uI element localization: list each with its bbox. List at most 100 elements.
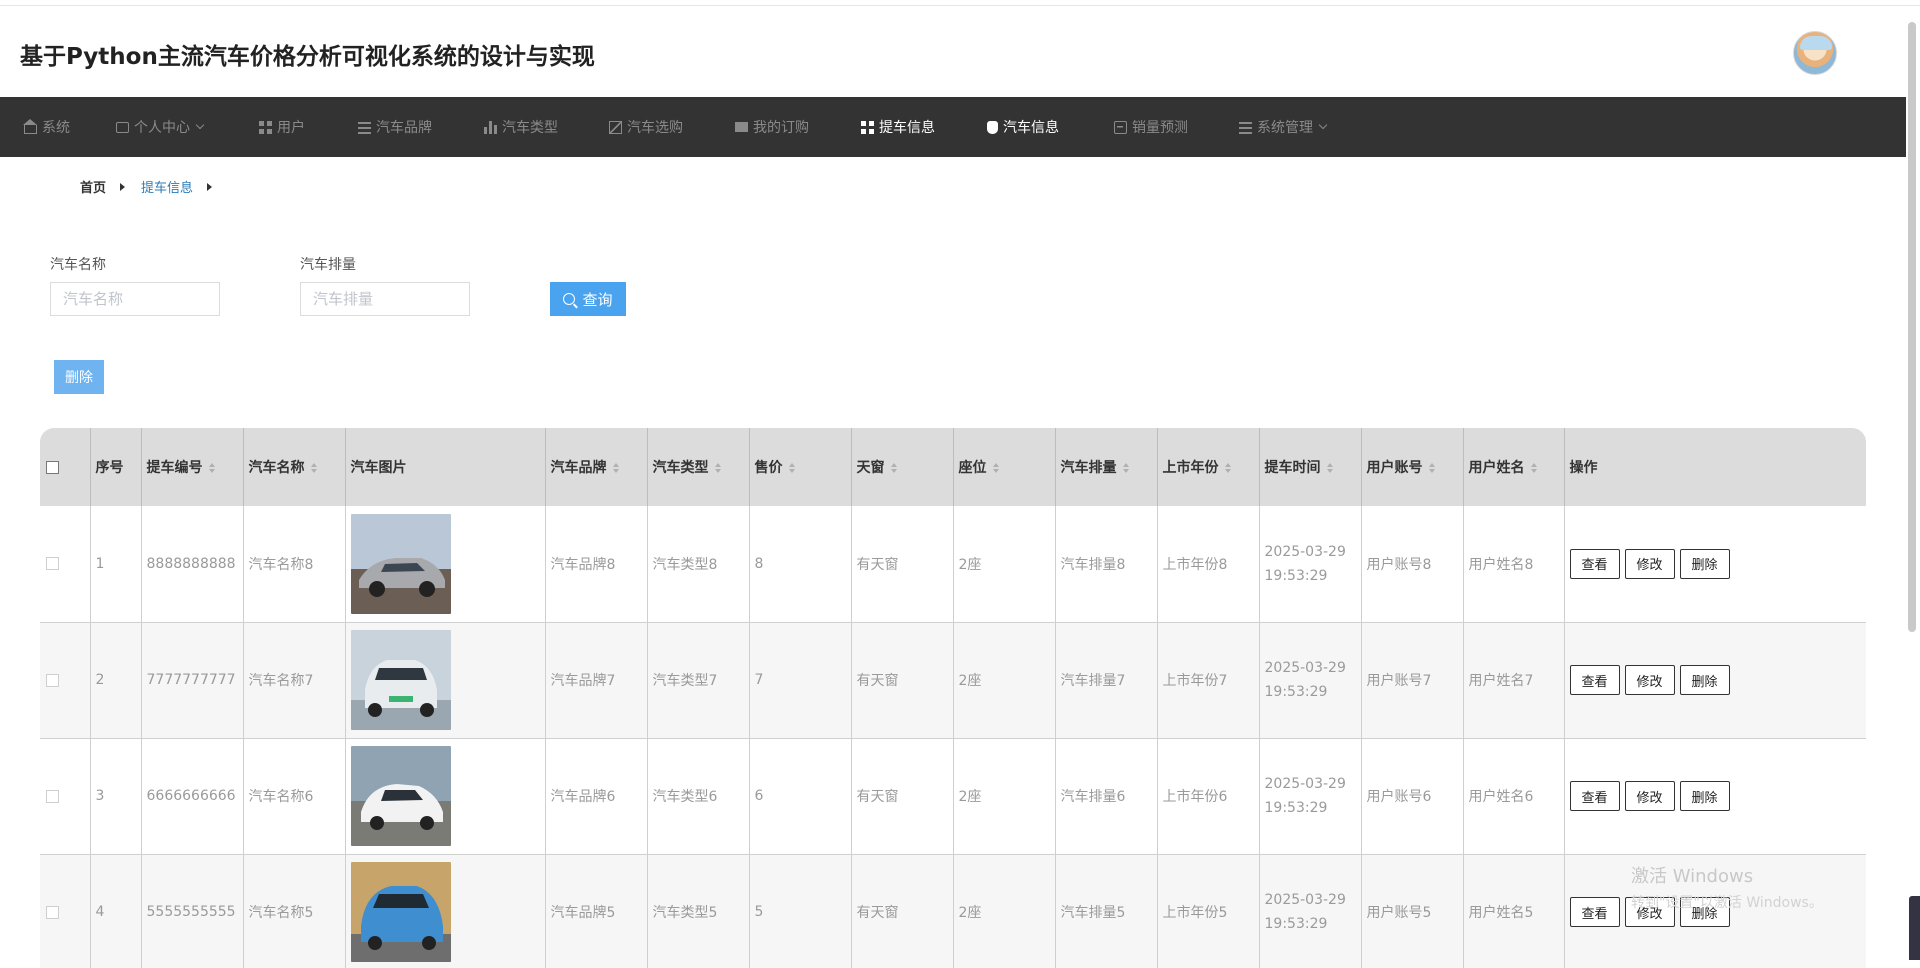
cell-pickup-time: 2025-03-29 19:53:29 <box>1259 622 1362 738</box>
nav-item-sales-forecast[interactable]: 销量预测 <box>1114 97 1188 157</box>
col-header[interactable]: 汽车品牌 <box>545 428 648 506</box>
col-header[interactable]: 汽车名称 <box>243 428 346 506</box>
col-header[interactable]: 用户账号 <box>1361 428 1464 506</box>
col-header[interactable]: 用户姓名 <box>1463 428 1565 506</box>
car-photo[interactable] <box>350 862 451 962</box>
edit-button[interactable]: 修改 <box>1624 781 1675 811</box>
page-scrollbar[interactable] <box>1908 22 1916 632</box>
cell-seats: 2座 <box>953 738 1056 854</box>
sort-icon[interactable] <box>1428 463 1436 473</box>
cell-brand: 汽车品牌7 <box>545 622 648 738</box>
grid-icon <box>259 120 272 134</box>
car-name-input[interactable] <box>50 282 220 316</box>
user-avatar[interactable] <box>1793 31 1837 75</box>
delete-button[interactable]: 删除 <box>1679 548 1730 579</box>
table-row: 3 6666666666 汽车名称6 汽车品牌6 汽车类型6 6 有天窗 2座 … <box>40 738 1866 854</box>
list-icon <box>1239 120 1252 134</box>
view-button[interactable]: 查看 <box>1569 665 1620 695</box>
nav-item-system[interactable]: 系统 <box>23 97 70 157</box>
cell-seats: 2座 <box>953 854 1056 968</box>
nav-item-car-type[interactable]: 汽车类型 <box>484 97 558 157</box>
sort-icon[interactable] <box>612 463 620 473</box>
col-header[interactable]: 座位 <box>953 428 1056 506</box>
row-checkbox[interactable] <box>46 557 59 571</box>
sort-icon[interactable] <box>1224 463 1232 473</box>
view-button[interactable]: 查看 <box>1569 548 1620 579</box>
sort-icon[interactable] <box>992 463 1000 473</box>
query-button[interactable]: 查询 <box>550 282 626 316</box>
select-all-checkbox[interactable] <box>46 460 59 474</box>
nav-item-car-purchase[interactable]: 汽车选购 <box>609 97 683 157</box>
cell-type: 汽车类型8 <box>647 506 750 622</box>
cell-pickup-time: 2025-03-29 19:53:29 <box>1259 738 1362 854</box>
sort-icon[interactable] <box>890 463 898 473</box>
nav-item-system-management[interactable]: 系统管理 <box>1239 97 1328 157</box>
windows-activation-watermark: 激活 Windows 转到"设置"以激活 Windows。 <box>1631 864 1823 916</box>
home-icon <box>23 118 37 134</box>
col-header[interactable]: 汽车类型 <box>647 428 750 506</box>
car-name-label: 汽车名称 <box>50 257 106 273</box>
nav-label: 销量预测 <box>1132 120 1188 136</box>
nav-item-car-info[interactable]: 汽车信息 <box>987 97 1059 157</box>
car-photo[interactable] <box>350 513 451 614</box>
row-checkbox[interactable] <box>46 673 59 687</box>
col-header[interactable]: 上市年份 <box>1157 428 1260 506</box>
view-button[interactable]: 查看 <box>1569 781 1620 811</box>
nav-label: 我的订购 <box>753 120 809 136</box>
cell-sunroof: 有天窗 <box>851 738 954 854</box>
displacement-label: 汽车排量 <box>300 257 356 273</box>
delete-button[interactable]: 删除 <box>1679 665 1730 695</box>
sort-icon[interactable] <box>714 463 722 473</box>
col-header[interactable]: 提车时间 <box>1259 428 1362 506</box>
cell-code: 8888888888 <box>141 506 244 622</box>
cell-brand: 汽车品牌8 <box>545 506 648 622</box>
delete-button[interactable]: 删除 <box>1679 781 1730 811</box>
monitor-icon <box>735 122 748 132</box>
breadcrumb: 首页 提车信息 <box>80 177 228 196</box>
cell-sunroof: 有天窗 <box>851 854 954 968</box>
col-header-label: 操作 <box>1569 460 1598 476</box>
col-header[interactable]: 天窗 <box>851 428 954 506</box>
sort-icon[interactable] <box>1326 463 1334 473</box>
breadcrumb-home[interactable]: 首页 <box>80 177 106 196</box>
cell-index: 4 <box>90 854 142 968</box>
cell-image <box>345 738 546 854</box>
row-select-cell <box>40 854 91 968</box>
edit-button[interactable]: 修改 <box>1624 665 1675 695</box>
cell-brand: 汽车品牌5 <box>545 854 648 968</box>
cell-displacement: 汽车排量5 <box>1055 854 1158 968</box>
col-header: 操作 <box>1564 428 1866 506</box>
cell-sunroof: 有天窗 <box>851 506 954 622</box>
nav-item-personal-center[interactable]: 个人中心 <box>116 97 205 157</box>
col-header-label: 天窗 <box>856 460 885 476</box>
watermark-title: 激活 Windows <box>1631 866 1754 887</box>
row-checkbox[interactable] <box>46 905 59 919</box>
edit-button[interactable]: 修改 <box>1624 548 1675 579</box>
sort-icon[interactable] <box>1122 463 1130 473</box>
nav-item-car-brand[interactable]: 汽车品牌 <box>358 97 432 157</box>
cell-code: 5555555555 <box>141 854 244 968</box>
col-header[interactable]: 售价 <box>749 428 852 506</box>
row-checkbox[interactable] <box>46 789 59 803</box>
car-photo[interactable] <box>350 630 451 730</box>
batch-delete-button[interactable]: 删除 <box>54 360 104 394</box>
cell-image <box>345 854 546 968</box>
cell-username: 用户姓名6 <box>1463 738 1565 854</box>
col-header[interactable]: 汽车排量 <box>1055 428 1158 506</box>
car-photo[interactable] <box>350 746 451 846</box>
sort-icon[interactable] <box>788 463 796 473</box>
site-title: 基于Python主流汽车价格分析可视化系统的设计与实现 <box>20 44 595 70</box>
col-header-label: 售价 <box>754 460 783 476</box>
cell-actions: 查看 修改 删除 <box>1564 506 1866 622</box>
cell-price: 8 <box>749 506 852 622</box>
nav-item-pickup-info[interactable]: 提车信息 <box>861 97 935 157</box>
sort-icon[interactable] <box>208 463 216 473</box>
nav-item-my-orders[interactable]: 我的订购 <box>735 97 809 157</box>
sort-icon[interactable] <box>1530 463 1538 473</box>
sort-icon[interactable] <box>310 463 318 473</box>
view-button[interactable]: 查看 <box>1569 897 1620 927</box>
table-row: 4 5555555555 汽车名称5 汽车品牌5 汽车类型5 5 有天窗 2座 … <box>40 854 1866 968</box>
col-header[interactable]: 提车编号 <box>141 428 244 506</box>
nav-item-users[interactable]: 用户 <box>259 97 305 157</box>
displacement-input[interactable] <box>300 282 470 316</box>
